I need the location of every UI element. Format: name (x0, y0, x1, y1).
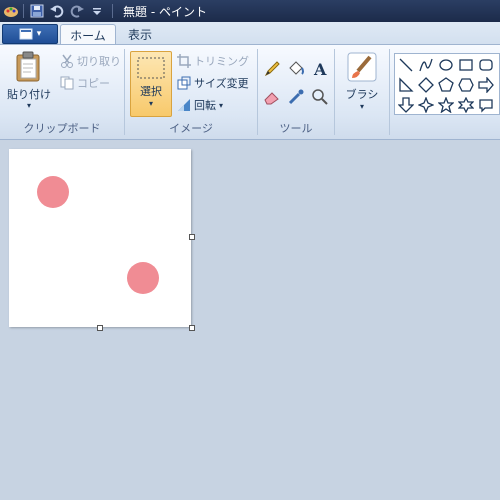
oval-shape-icon[interactable] (437, 56, 455, 74)
selection-icon (137, 57, 165, 79)
brush-icon (347, 52, 377, 82)
line-shape-icon[interactable] (397, 56, 415, 74)
rotate-button[interactable]: 回転 ▾ (177, 97, 223, 113)
paste-button[interactable]: 貼り付け ▾ (6, 51, 52, 110)
select-label: 選択 (140, 85, 162, 98)
drawing-canvas[interactable] (9, 149, 191, 327)
resize-label: サイズ変更 (194, 77, 249, 90)
six-point-star-shape-icon[interactable] (457, 96, 475, 114)
clipboard-group: 貼り付け ▾ 切り取り コピー クリップボード (0, 45, 124, 139)
customize-quick-access-icon[interactable] (88, 2, 106, 20)
magnifier-icon[interactable] (310, 87, 330, 107)
four-point-star-shape-icon[interactable] (417, 96, 435, 114)
canvas-resize-handle-bottom[interactable] (97, 325, 103, 331)
svg-text:A: A (313, 60, 327, 78)
select-dropdown-arrow[interactable]: ▾ (131, 99, 171, 109)
undo-icon[interactable] (48, 2, 66, 20)
right-arrow-shape-icon[interactable] (477, 76, 495, 94)
tools-group: A ツール (258, 45, 334, 139)
paint-app-icon[interactable] (3, 3, 19, 19)
paste-dropdown-arrow[interactable]: ▾ (6, 102, 52, 110)
clipboard-icon (16, 51, 40, 82)
image-group: 選択 ▾ トリミング サイズ変更 回転 ▾ イメージ (125, 45, 257, 139)
image-group-label: イメージ (169, 122, 213, 135)
brushes-button[interactable]: ブラシ ▾ (341, 51, 383, 112)
ribbon: 貼り付け ▾ 切り取り コピー クリップボード 選択 ▾ トリミング サイズ変更 (0, 44, 500, 140)
scissors-icon (61, 54, 73, 68)
hexagon-shape-icon[interactable] (457, 76, 475, 94)
shapes-gallery (394, 53, 500, 115)
brushes-label: ブラシ (345, 88, 379, 101)
pentagon-shape-icon[interactable] (437, 76, 455, 94)
copy-label: コピー (77, 77, 110, 90)
curve-shape-icon[interactable] (417, 56, 435, 74)
tab-home[interactable]: ホーム (60, 24, 116, 45)
color-picker-icon[interactable] (286, 87, 306, 107)
canvas-resize-handle-right[interactable] (189, 234, 195, 240)
canvas-resize-handle-corner[interactable] (189, 325, 195, 331)
pink-dot (37, 176, 69, 208)
group-separator (389, 49, 390, 135)
rectangle-shape-icon[interactable] (457, 56, 475, 74)
ribbon-tab-row: ▾ ホーム 表示 (0, 22, 500, 45)
window-title: 無題 - ペイント (123, 4, 207, 19)
tools-group-label: ツール (279, 122, 313, 135)
right-triangle-shape-icon[interactable] (397, 76, 415, 94)
rotate-dropdown-arrow[interactable]: ▾ (219, 101, 223, 110)
paint-menu-button[interactable]: ▾ (2, 24, 58, 44)
paste-label: 貼り付け (7, 88, 51, 101)
redo-icon[interactable] (68, 2, 86, 20)
rotate-label: 回転 (194, 99, 216, 112)
diamond-shape-icon[interactable] (417, 76, 435, 94)
down-arrow-shape-icon[interactable] (397, 96, 415, 114)
quick-access-separator (23, 4, 24, 18)
resize-button[interactable]: サイズ変更 (177, 75, 249, 91)
cut-label: 切り取り (77, 55, 121, 68)
rotate-icon (178, 99, 190, 111)
paint-menu-icon (19, 28, 33, 40)
pencil-icon[interactable] (262, 59, 282, 79)
copy-icon (60, 76, 74, 90)
crop-icon (177, 54, 191, 68)
fill-icon[interactable] (286, 59, 306, 79)
title-bar: 無題 - ペイント (0, 0, 500, 22)
select-button[interactable]: 選択 ▾ (130, 51, 172, 117)
eraser-icon[interactable] (262, 87, 282, 107)
text-icon[interactable]: A (310, 59, 330, 79)
clipboard-group-label: クリップボード (23, 122, 101, 135)
crop-button[interactable]: トリミング (177, 53, 249, 69)
copy-button[interactable]: コピー (60, 75, 110, 91)
crop-label: トリミング (194, 55, 249, 68)
callout-shape-icon[interactable] (477, 96, 495, 114)
save-icon[interactable] (28, 2, 46, 20)
five-point-star-shape-icon[interactable] (437, 96, 455, 114)
cut-button[interactable]: 切り取り (60, 53, 121, 69)
brushes-group: ブラシ ▾ (335, 45, 389, 139)
title-separator (112, 4, 113, 18)
pink-dot (127, 262, 159, 294)
rounded-rectangle-shape-icon[interactable] (477, 56, 495, 74)
resize-icon (177, 76, 191, 90)
tab-view[interactable]: 表示 (118, 24, 162, 44)
brushes-dropdown-arrow[interactable]: ▾ (341, 102, 383, 112)
